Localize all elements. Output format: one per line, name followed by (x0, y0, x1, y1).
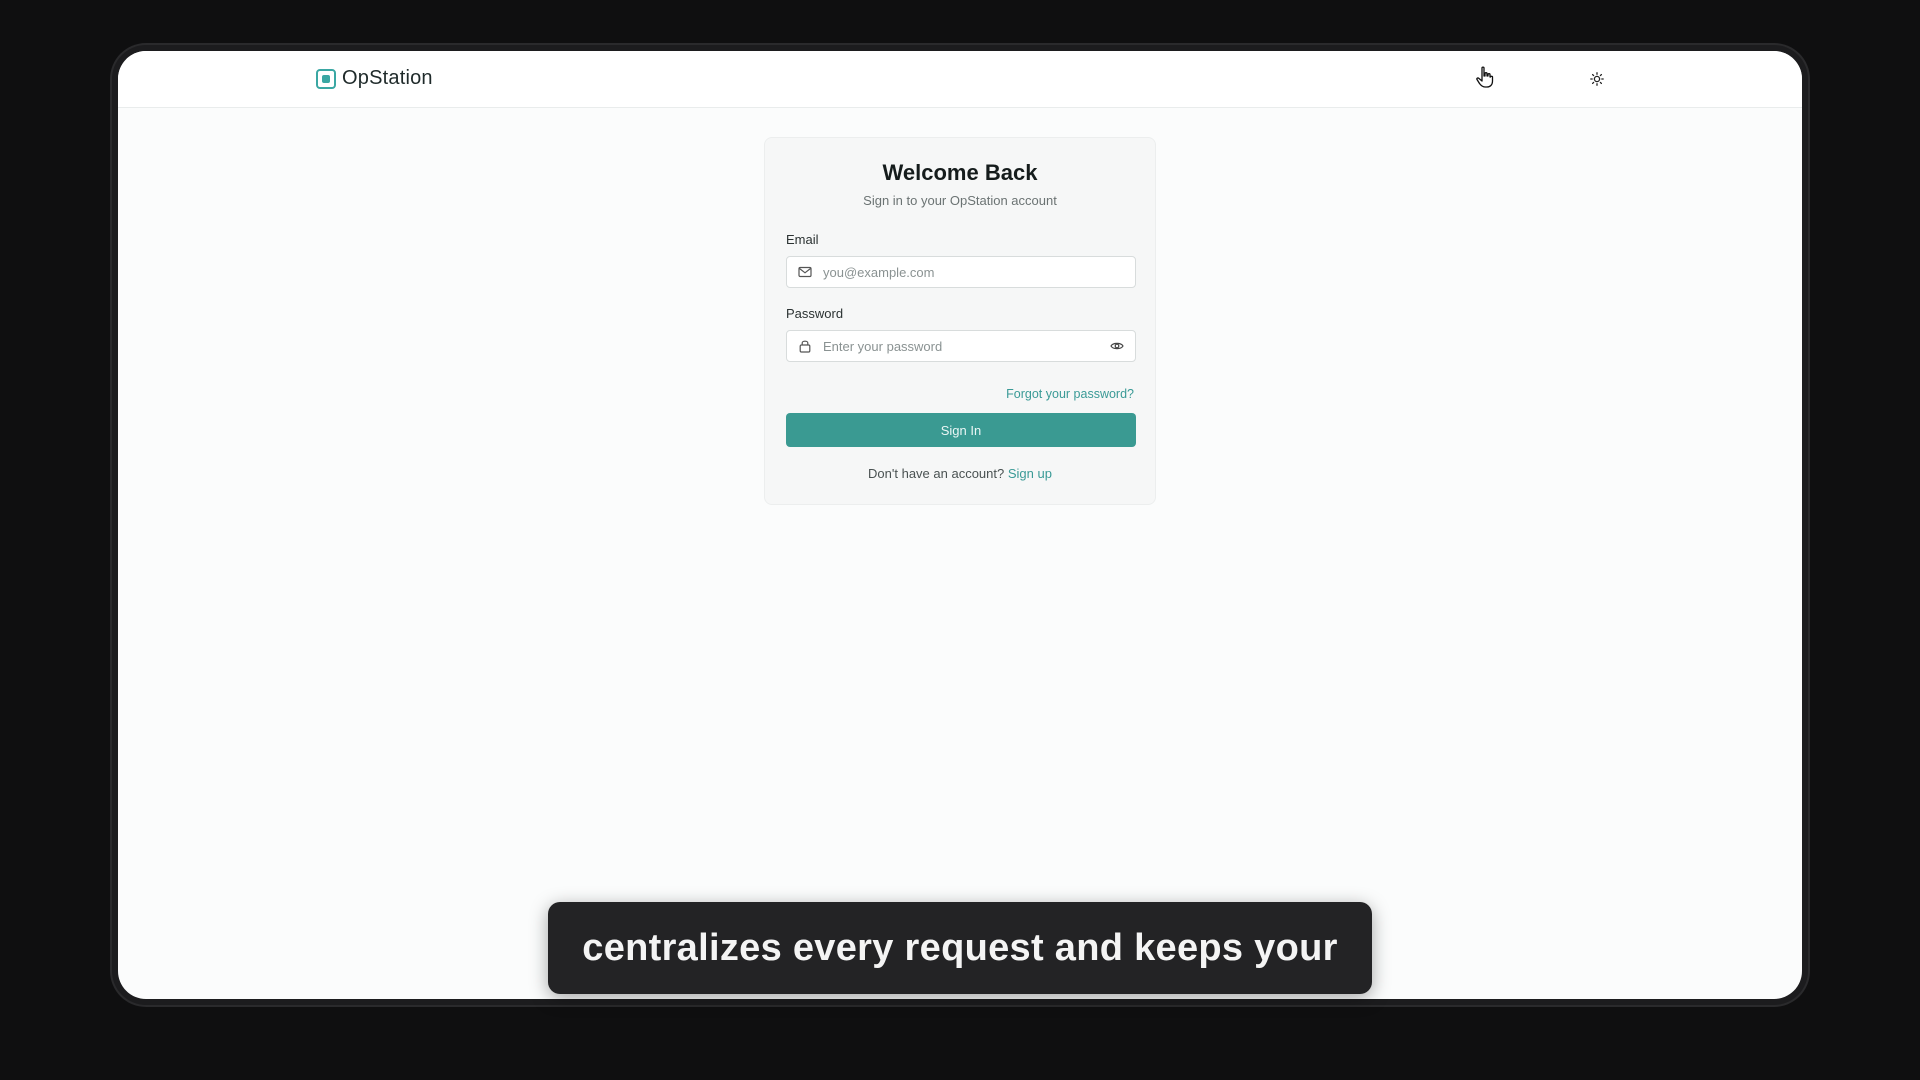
brand-name: OpStation (342, 67, 433, 89)
lock-icon (797, 338, 813, 354)
brand-square-icon (316, 68, 336, 89)
forgot-password-link[interactable]: Forgot your password? (1006, 387, 1134, 401)
theme-toggle-button[interactable] (1588, 70, 1606, 88)
device-frame: OpStation Welcome Back Sign in to your O… (112, 45, 1808, 1005)
signup-prompt: Don't have an account? (868, 466, 1008, 481)
sun-icon (1590, 72, 1604, 86)
mail-icon (797, 264, 813, 280)
email-field[interactable] (786, 256, 1136, 288)
top-navbar: OpStation (118, 51, 1802, 108)
caption-text: centralizes every request and keeps your (582, 926, 1338, 969)
password-field[interactable] (786, 330, 1136, 362)
brand-logo[interactable]: OpStation (316, 67, 433, 90)
email-label: Email (786, 232, 819, 247)
password-label: Password (786, 306, 844, 321)
browser-screen: OpStation Welcome Back Sign in to your O… (118, 51, 1802, 999)
signup-row: Don't have an account? Sign up (765, 466, 1155, 481)
sign-up-link[interactable]: Sign up (1008, 466, 1052, 481)
video-caption: centralizes every request and keeps your (548, 902, 1372, 994)
login-subtitle: Sign in to your OpStation account (863, 193, 1057, 208)
hand-pointer-icon (1476, 66, 1494, 88)
eye-icon[interactable] (1109, 338, 1125, 354)
password-input[interactable] (821, 337, 1109, 355)
email-input[interactable] (821, 263, 1135, 281)
login-card: Welcome Back Sign in to your OpStation a… (764, 137, 1156, 505)
login-title: Welcome Back (882, 160, 1038, 185)
sign-in-button[interactable]: Sign In (786, 413, 1136, 447)
